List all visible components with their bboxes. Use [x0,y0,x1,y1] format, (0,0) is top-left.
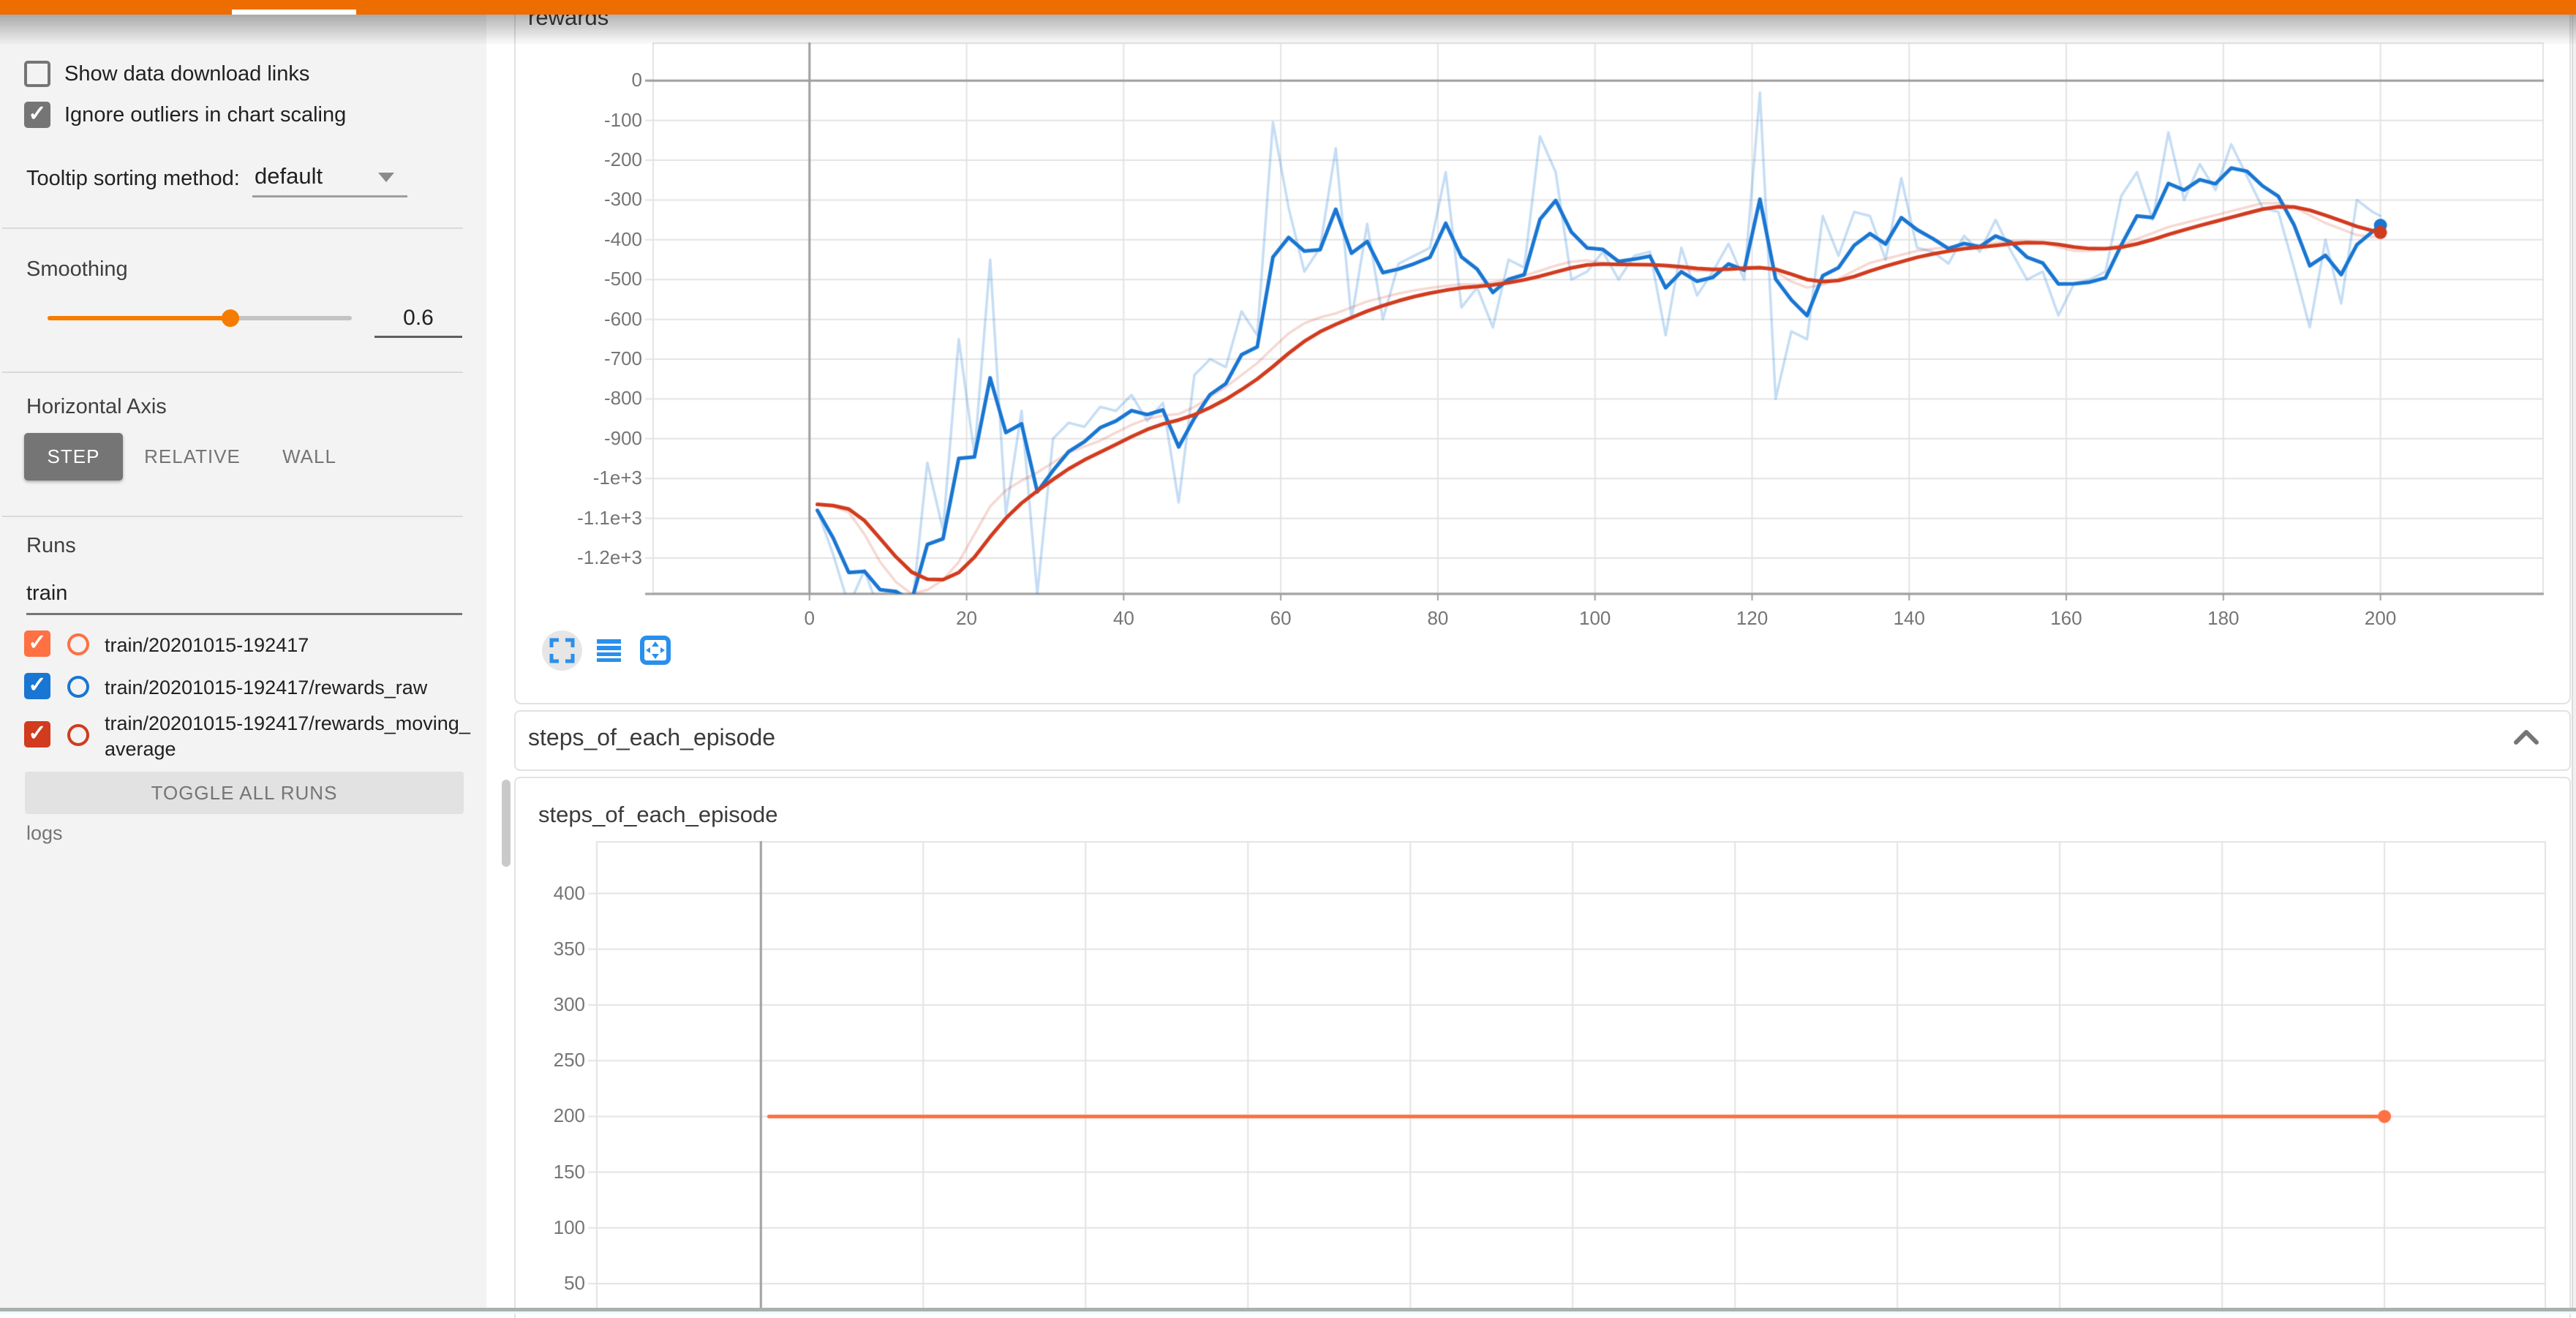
divider [2,516,463,517]
smoothing-slider[interactable] [48,316,352,320]
y-tick-label: -300 [525,188,642,211]
expand-chart-icon[interactable] [549,637,576,664]
x-tick-label: 100 [1551,607,1639,630]
steps-section-header[interactable] [514,710,2571,771]
main-scrollbar-track[interactable] [2572,15,2576,1314]
run-color-circle[interactable] [67,724,89,746]
steps-plot-area[interactable] [596,841,2546,1309]
logdir-label: logs [26,822,63,845]
settings-sidebar: Show data download links ✓ Ignore outlie… [0,15,486,1314]
runs-label: Runs [26,534,76,558]
x-tick-label: 40 [1080,607,1167,630]
divider [2,372,463,373]
y-tick-label: -400 [525,228,642,251]
ignore-outliers-row: ✓ Ignore outliers in chart scaling [0,102,486,128]
collapse-chevron-up-icon[interactable] [2513,728,2539,747]
haxis-step-button[interactable]: STEP [24,433,123,481]
steps-chart-title: steps_of_each_episode [538,802,777,828]
smoothing-label: Smoothing [26,257,128,282]
run-row[interactable]: ✓ train/20201015-192417/rewards_raw [0,673,486,702]
run-label: train/20201015-192417/rewards_raw [105,675,474,701]
smoothing-slider-thumb[interactable] [222,309,239,327]
run-checkbox[interactable]: ✓ [24,721,50,748]
ignore-outliers-checkbox[interactable]: ✓ [24,102,50,128]
data-table-icon[interactable] [595,637,622,664]
smoothing-value-input[interactable]: 0.6 [374,306,462,331]
app-toolbar [0,0,2576,15]
run-checkbox[interactable]: ✓ [24,673,50,699]
smoothing-value-underline [374,336,462,338]
x-tick-label: 20 [923,607,1011,630]
run-row[interactable]: ✓ train/20201015-192417/rewards_moving_a… [0,709,486,765]
sidebar-scrollbar-thumb[interactable] [502,780,511,867]
sidebar-scrollbar-track [486,15,514,1314]
chevron-down-icon[interactable] [378,173,394,182]
x-tick-label: 180 [2180,607,2267,630]
tooltip-sorting-underline [252,195,407,197]
toggle-all-runs-button[interactable]: TOGGLE ALL RUNS [25,772,464,814]
active-tab-indicator [232,10,356,15]
check-icon: ✓ [28,102,46,126]
run-filter-underline [26,613,462,615]
x-tick-label: 60 [1237,607,1325,630]
rewards-plot-area[interactable] [652,42,2544,594]
show-download-links-row: Show data download links [0,61,486,87]
run-color-circle[interactable] [67,676,89,698]
x-tick-label: 0 [766,607,854,630]
fit-domain-icon[interactable] [639,635,671,666]
y-tick-label: -800 [525,387,642,410]
x-tick-label: 140 [1865,607,1953,630]
check-icon: ✓ [28,721,46,745]
x-tick-label: 200 [2337,607,2425,630]
x-tick-label: 120 [1708,607,1796,630]
y-tick-label: -600 [525,308,642,331]
x-tick-label: 80 [1394,607,1482,630]
horizontal-axis-label: Horizontal Axis [26,395,167,419]
run-row[interactable]: ✓ train/20201015-192417 [0,630,486,660]
tooltip-sorting-select[interactable]: default [255,163,323,189]
steps-section-title: steps_of_each_episode [528,724,775,751]
run-label: train/20201015-192417 [105,633,474,658]
y-tick-label: -1.2e+3 [525,546,642,569]
show-download-links-label: Show data download links [64,62,309,86]
run-color-circle[interactable] [67,633,89,655]
y-tick-label: -1.1e+3 [525,507,642,530]
y-tick-label: -1e+3 [525,467,642,489]
y-tick-label: 0 [525,69,642,91]
y-tick-label: -200 [525,148,642,171]
ignore-outliers-label: Ignore outliers in chart scaling [64,103,346,127]
y-tick-label: -700 [525,347,642,370]
smoothing-slider-fill [48,316,230,320]
y-tick-label: -500 [525,268,642,290]
tooltip-sorting-label: Tooltip sorting method: [26,167,240,191]
check-icon: ✓ [28,673,46,697]
check-icon: ✓ [28,630,46,655]
y-tick-label: -900 [525,427,642,450]
y-tick-label: -100 [525,109,642,132]
run-label: train/20201015-192417/rewards_moving_ave… [105,711,474,762]
run-filter-input[interactable]: train [26,581,67,606]
x-tick-label: 160 [2022,607,2110,630]
run-checkbox[interactable]: ✓ [24,630,50,657]
divider [2,227,463,229]
haxis-wall-button[interactable]: WALL [276,433,342,481]
show-download-links-checkbox[interactable] [24,61,50,87]
haxis-relative-button[interactable]: RELATIVE [145,433,240,481]
